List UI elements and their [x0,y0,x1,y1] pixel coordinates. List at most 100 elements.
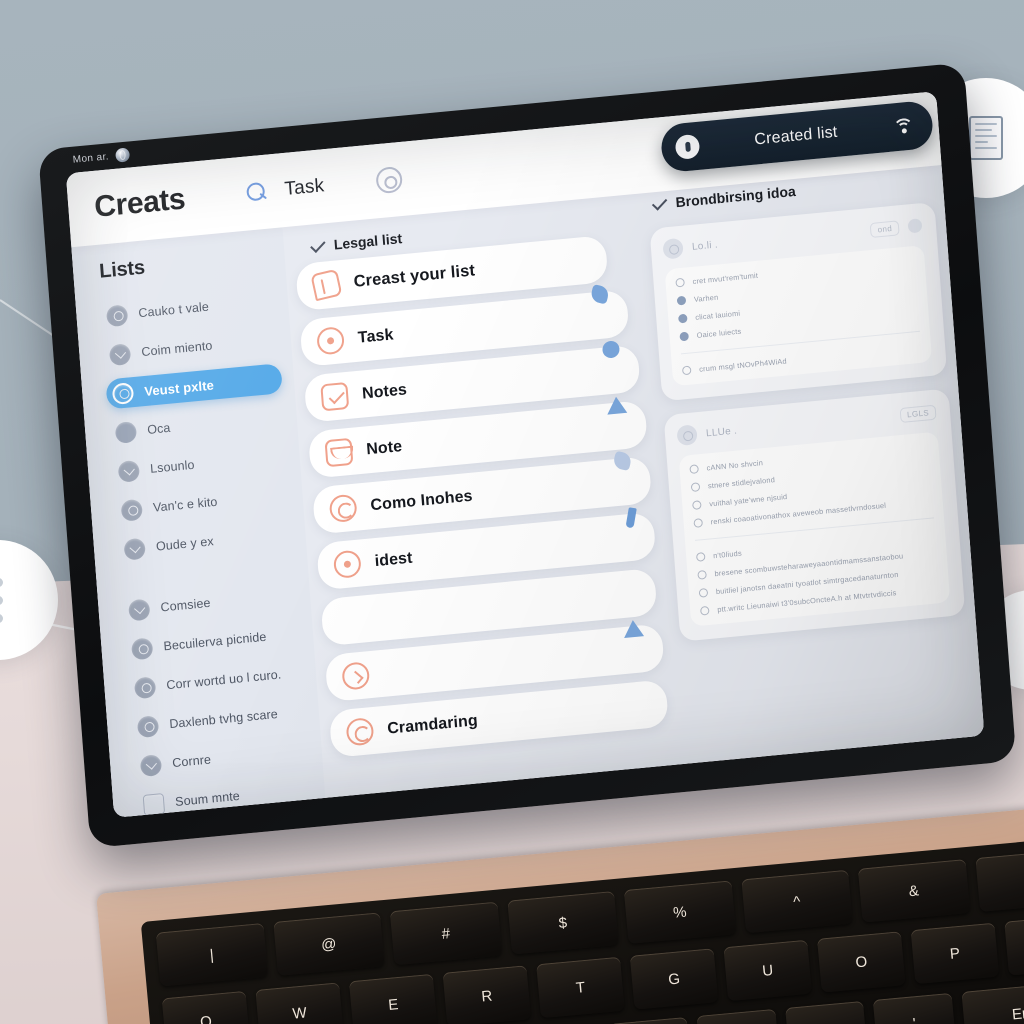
sidebar-item-9[interactable]: Corr wortd uo l curo. [130,657,305,703]
radio-icon[interactable] [675,277,685,288]
card-badge [589,284,610,305]
key[interactable]: G [629,948,719,1010]
globe-icon [115,147,131,163]
sidebar-item-label: Cauko t vale [137,299,210,321]
sidebar-item-0[interactable]: Cauko t vale [102,285,277,331]
radio-icon[interactable] [699,605,710,616]
checkbox-bullet-icon[interactable] [142,792,166,816]
radio-icon[interactable] [676,295,687,306]
key-enter[interactable]: Enter [960,979,1024,1024]
radio-icon[interactable] [678,313,688,324]
key[interactable]: Q [161,990,251,1024]
target-icon[interactable] [375,165,403,195]
dot-bullet-icon [114,420,138,444]
status-badge[interactable]: Created list [659,99,935,174]
sidebar-item-2-selected[interactable]: Veust pxlte [105,363,283,410]
sidebar-title: Lists [98,256,146,283]
key[interactable]: K [784,1000,868,1024]
card-badge [612,450,633,472]
radio-icon[interactable] [692,500,702,510]
bezel-text: Mon ar. [72,150,110,166]
radio-icon[interactable] [697,569,707,580]
radio-icon[interactable] [681,365,692,376]
sidebar-item-11[interactable]: Cornre [135,735,310,781]
key[interactable]: $ [506,891,619,955]
search-icon[interactable] [246,182,267,204]
key[interactable]: @ [272,912,385,976]
key[interactable]: & [857,859,970,923]
key[interactable]: E [348,973,438,1024]
key[interactable]: R [442,965,532,1024]
radio-icon[interactable] [698,587,709,598]
radio-icon[interactable] [689,464,699,475]
key[interactable]: * [974,848,1024,912]
radio-icon[interactable] [693,518,704,528]
list-item-label: cANN No shvcin [706,458,764,473]
key[interactable]: L [696,1008,780,1024]
radio-icon[interactable] [679,331,690,342]
key[interactable]: # [389,901,502,966]
sidebar-item-4[interactable]: Lsounlo [113,441,288,487]
heart-bullet-icon [139,753,163,777]
page-title: Creats [93,182,187,224]
task-card-label: Como Inohes [369,487,474,514]
panel-title: LLUe . [705,424,738,439]
sidebar-item-label: Comsiee [160,595,211,615]
key[interactable]: | [155,923,268,987]
refresh-bullet-icon [123,537,146,561]
idea-panel-2[interactable]: LLUe . LGLS cANN No shvcin stnere stidle… [663,388,966,642]
key[interactable]: U [723,939,812,1002]
key[interactable]: V [608,1016,692,1024]
laptop-lid: Mon ar. Creats Task Created list Lists C… [38,62,1017,849]
radio-icon[interactable] [695,552,706,562]
app-window: Creats Task Created list Lists Cauko t v… [65,91,985,818]
panel-body: cret mvut'rem'tumit Varhen clicat lauiom… [664,245,933,387]
scene: | @ # $ % ^ & * Q W E R T G U O [0,0,1024,1024]
list-item-label: crum msgl tNOvPh4WiAd [698,356,788,374]
card-badge [622,619,645,639]
avatar [662,237,684,260]
list-item-label: clicat lauiomi [694,308,741,322]
card-badge [625,507,637,529]
task-card-label: Cramdaring [386,711,479,738]
key[interactable]: ' [872,992,956,1024]
pencil-bullet-icon [136,714,160,738]
task-card-list: Creast your list Task Notes Note Como In… [295,232,675,758]
sidebar-item-label: Oca [146,420,171,437]
envelope-icon [324,437,354,468]
key[interactable]: W [255,982,344,1024]
list-item-label: cret mvut'rem'tumit [692,270,759,286]
sidebar-item-3[interactable]: Oca [110,402,285,448]
key[interactable]: ^ [740,869,853,934]
spiral-circle-icon [345,717,375,747]
key[interactable]: P [910,922,1000,985]
idea-panel-1[interactable]: Lo.li . ond cret mvut'rem'tumit Varhen c… [649,201,948,402]
sidebar-item-5[interactable]: Van'c e kito [116,480,291,526]
sidebar-item-1[interactable]: Coim miento [104,324,279,370]
target-circle-icon [316,326,346,356]
tab-task[interactable]: Task [284,175,325,201]
sidebar-item-12[interactable]: Soum mnte [138,774,313,818]
sidebar-item-label: Becuilerva picnide [163,629,267,654]
sidebar-item-10[interactable]: Daxlenb tvhg scare [132,696,307,742]
bezel-label: Mon ar. [72,147,131,166]
key[interactable]: T [536,956,625,1019]
user-bullet-icon [105,303,129,327]
dot-icon[interactable] [907,218,923,234]
sidebar-item-label: Lsounlo [149,457,196,476]
key[interactable]: [ [1004,914,1024,976]
key[interactable]: O [817,931,906,993]
avatar [676,424,698,447]
radio-icon[interactable] [690,482,701,493]
sidebar-item-8[interactable]: Becuilerva picnide [127,618,302,664]
key[interactable]: % [623,880,736,944]
keyboard[interactable]: | @ # $ % ^ & * Q W E R T G U O [140,835,1024,1024]
sidebar-item-label: Van'c e kito [152,494,218,515]
wifi-icon [892,117,915,139]
ring-bullet-icon [130,636,154,660]
section-title: Lesgal list [333,230,403,253]
list-item-label: Oaice luiects [696,326,742,340]
list-item[interactable]: crum msgl tNOvPh4WiAd [681,344,922,376]
arrow-bullet-icon [127,598,151,621]
sidebar-item-6[interactable]: Oude y ex [119,519,294,565]
